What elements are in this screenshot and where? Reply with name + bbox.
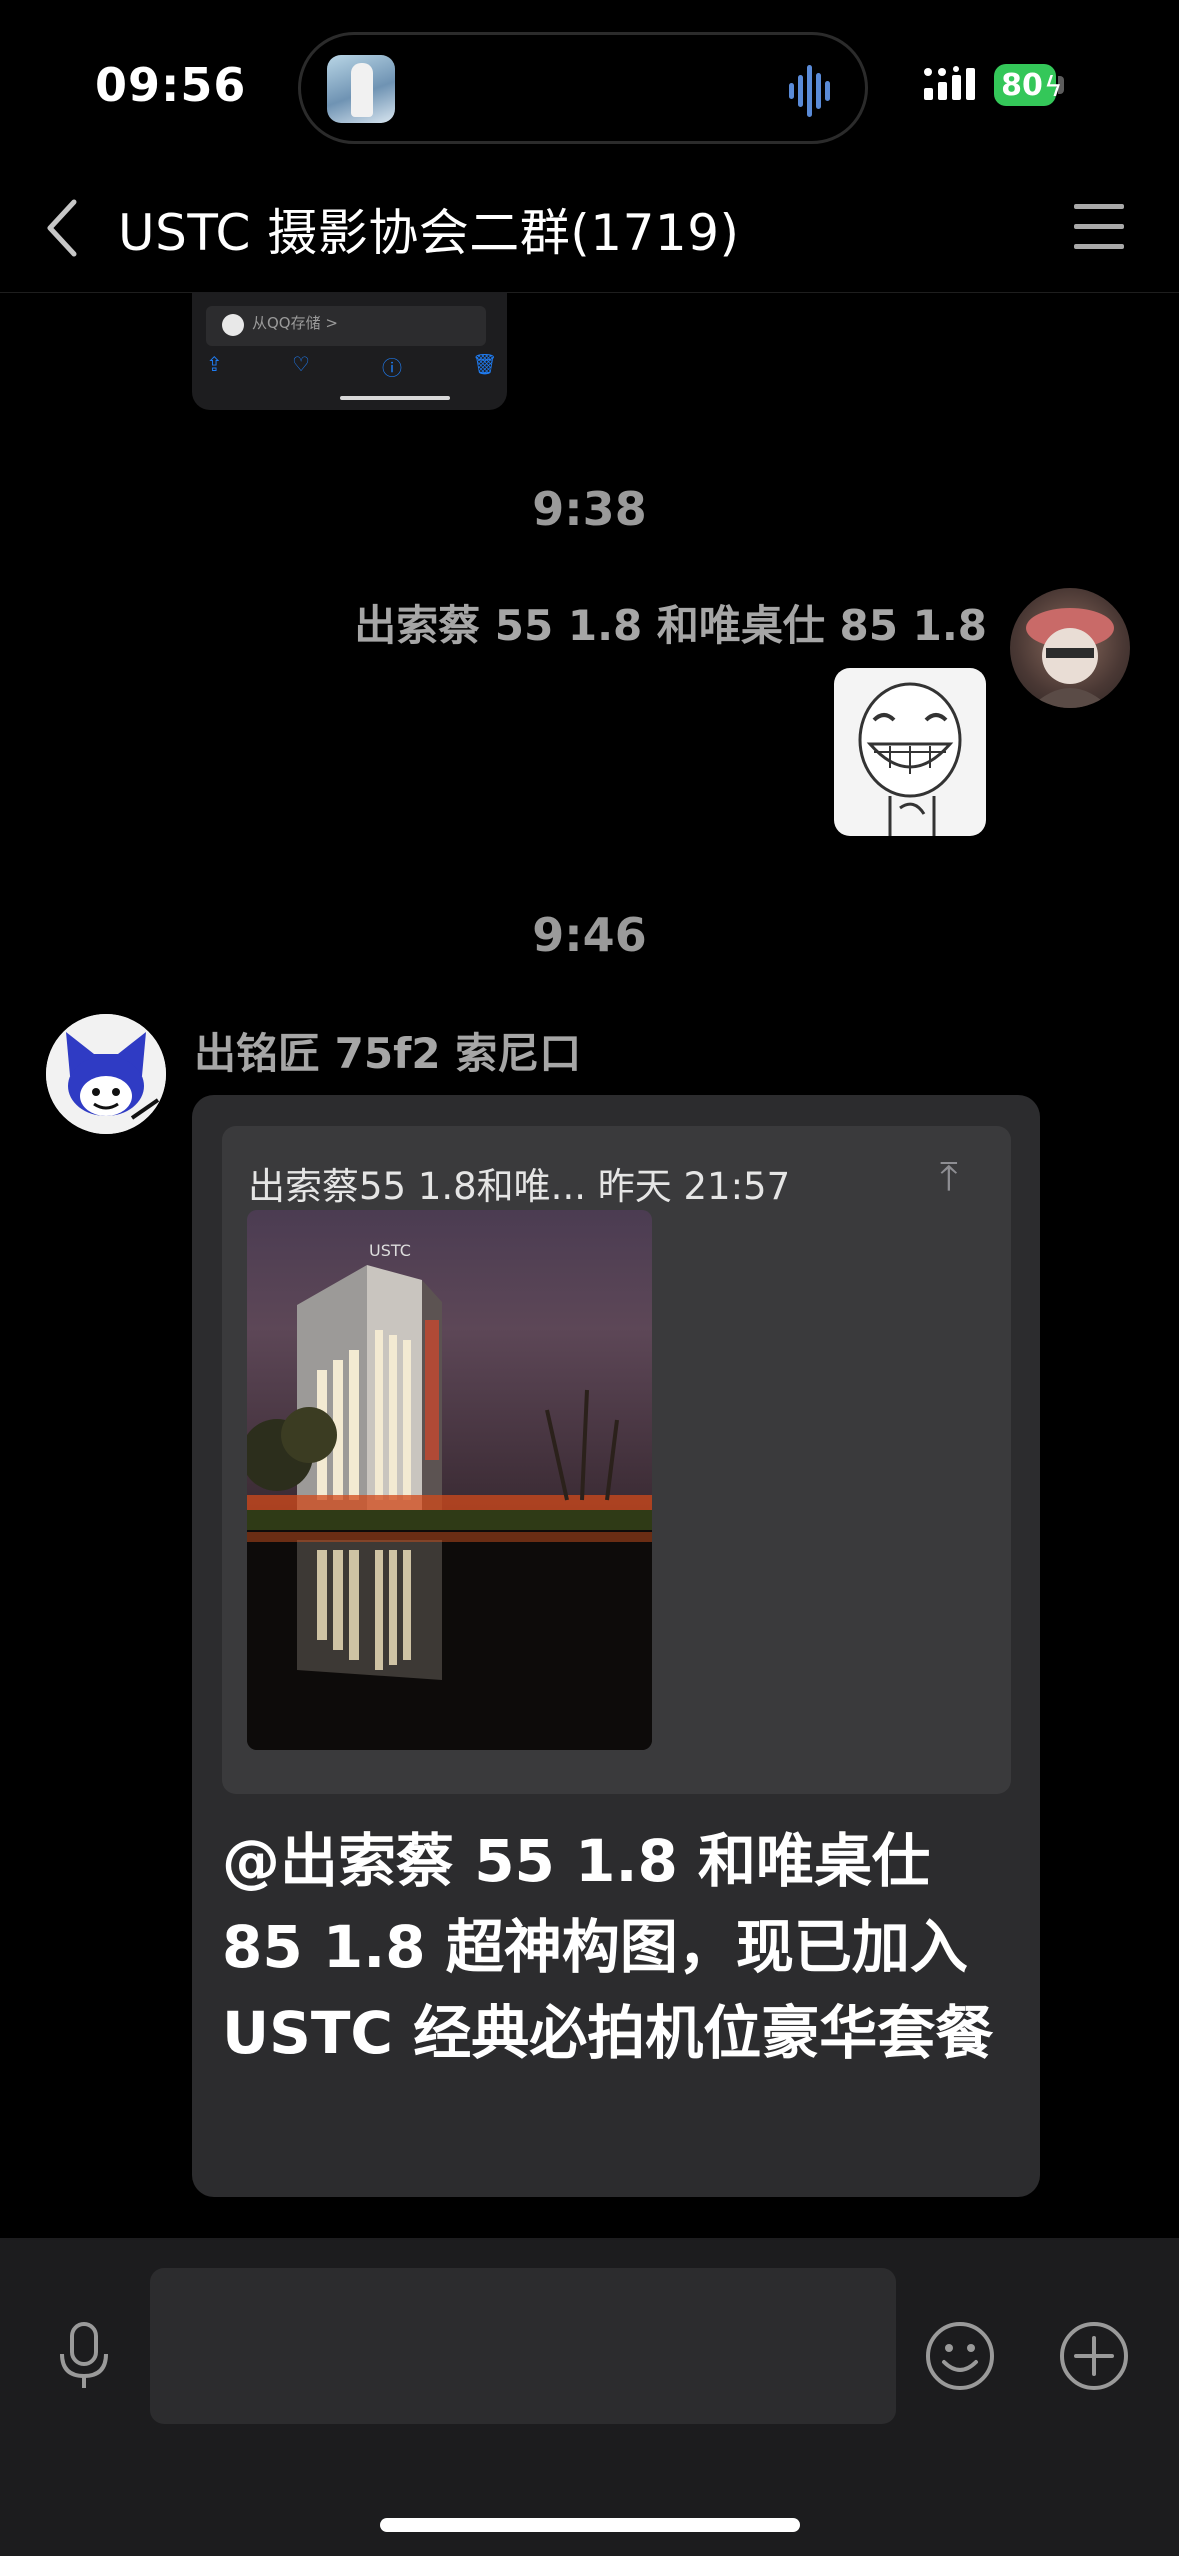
dynamic-island[interactable] bbox=[298, 32, 868, 144]
avatar[interactable] bbox=[1010, 588, 1130, 708]
info-icon: ⓘ bbox=[382, 356, 402, 380]
avatar[interactable] bbox=[46, 1014, 166, 1134]
nav-divider bbox=[0, 292, 1179, 293]
qq-logo-icon bbox=[222, 314, 244, 336]
heart-icon: ♡ bbox=[292, 352, 310, 376]
message-input[interactable] bbox=[150, 2268, 896, 2424]
pin-top-icon[interactable]: ⤒ bbox=[940, 1154, 958, 1200]
building-sign: USTC bbox=[369, 1241, 411, 1260]
qq-storage-label: 从QQ存储 > bbox=[252, 314, 338, 332]
sender-name: 出铭匠 75f2 索尼口 bbox=[194, 1029, 582, 1078]
chat-title: USTC 摄影协会二群(1719) bbox=[118, 204, 740, 262]
partial-image-message[interactable]: 从QQ存储 > ⇪ ♡ ⓘ 🗑 bbox=[192, 292, 507, 410]
home-indicator[interactable] bbox=[380, 2518, 800, 2532]
timestamp: 9:38 bbox=[532, 482, 647, 536]
status-time: 09:56 bbox=[95, 58, 247, 112]
quoted-reply-header: 出索蔡55 1.8和唯... 昨天 21:57 bbox=[248, 1165, 791, 1208]
plus-circle-icon[interactable] bbox=[1058, 2320, 1130, 2392]
now-playing-thumbnail bbox=[327, 55, 395, 123]
campus-building-photo: USTC bbox=[247, 1241, 652, 1750]
avatar-illustration bbox=[1026, 608, 1114, 708]
signal-icon bbox=[924, 66, 975, 100]
trash-icon: 🗑 bbox=[472, 352, 498, 376]
back-chevron-icon[interactable] bbox=[42, 198, 82, 258]
grinning-face-sticker bbox=[858, 682, 962, 836]
waveform-icon bbox=[789, 65, 830, 117]
sender-name: 出索蔡 55 1.8 和唯桌仕 85 1.8 bbox=[354, 601, 987, 650]
share-icon: ⇪ bbox=[206, 352, 223, 376]
sticker-message[interactable] bbox=[834, 668, 986, 836]
quoted-photo[interactable]: USTC bbox=[247, 1210, 652, 1750]
avatar-illustration bbox=[46, 1014, 166, 1134]
mic-icon[interactable] bbox=[54, 2320, 114, 2392]
message-text: @出索蔡 55 1.8 和唯桌仕 85 1.8 超神构图，现已加入 USTC 经… bbox=[222, 1827, 994, 2067]
emoji-icon[interactable] bbox=[924, 2320, 996, 2392]
timestamp: 9:46 bbox=[532, 908, 647, 962]
menu-icon[interactable] bbox=[1074, 204, 1124, 264]
screenshot-home-indicator bbox=[340, 396, 450, 400]
charging-bolt-icon: ϟ bbox=[1044, 70, 1063, 103]
